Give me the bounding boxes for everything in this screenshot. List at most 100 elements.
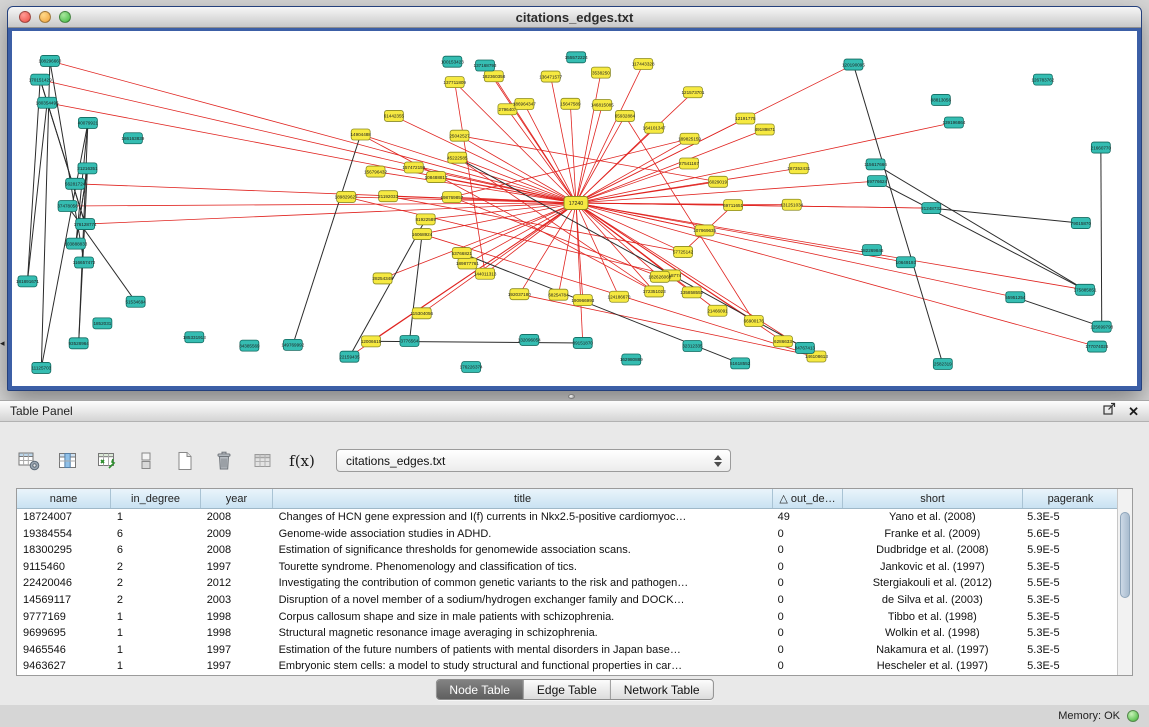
network-canvas[interactable]: 6971165110796963557725142549187741723510…	[12, 31, 1137, 386]
delete-icon[interactable]	[211, 448, 237, 474]
table-cell: Yano et al. (2008)	[842, 509, 1022, 526]
scrollbar-thumb[interactable]	[1120, 512, 1130, 598]
table-cell: 5.3E-5	[1021, 642, 1117, 659]
table-cell: 9699695	[17, 625, 111, 642]
svg-text:100153423: 100153423	[441, 59, 464, 64]
svg-text:84767413: 84767413	[795, 346, 816, 351]
column-header-pagerank[interactable]: pagerank	[1023, 489, 1119, 508]
panel-resize-handle[interactable]	[568, 394, 575, 399]
svg-text:125699798: 125699798	[1090, 324, 1113, 329]
svg-text:68254784: 68254784	[548, 292, 569, 297]
merge-rows-icon[interactable]	[133, 448, 159, 474]
float-panel-icon[interactable]	[1103, 402, 1116, 420]
table-row[interactable]: 2242004622012Investigating the contribut…	[17, 575, 1117, 592]
svg-text:144011313: 144011313	[474, 271, 497, 276]
svg-text:132096054: 132096054	[518, 338, 541, 343]
column-header-title[interactable]: title	[273, 489, 773, 508]
svg-text:146108613: 146108613	[805, 354, 828, 359]
svg-text:21192033: 21192033	[378, 194, 398, 199]
close-window-button[interactable]	[19, 11, 31, 23]
table-cell: Franke et al. (2009)	[842, 526, 1022, 543]
import-table-icon[interactable]	[250, 448, 276, 474]
svg-text:192037180: 192037180	[508, 292, 531, 297]
table-cell: 19384554	[17, 526, 111, 543]
column-header-year[interactable]: year	[201, 489, 273, 508]
svg-text:108488817: 108488817	[425, 175, 448, 180]
table-cell: 22420046	[17, 575, 111, 592]
network-view-window: citations_edges.txt 69711651107969635577…	[7, 6, 1142, 391]
table-cell: 5.9E-5	[1021, 542, 1117, 559]
function-builder-icon[interactable]: f(x)	[289, 448, 315, 474]
table-cell: 0	[772, 542, 842, 559]
svg-text:182360358: 182360358	[482, 74, 505, 79]
table-row[interactable]: 1872400712008Changes of HCN gene express…	[17, 509, 1117, 526]
minimize-window-button[interactable]	[39, 11, 51, 23]
table-columns-icon[interactable]	[55, 448, 81, 474]
svg-text:182626060: 182626060	[648, 275, 671, 280]
table-add-column-icon[interactable]	[94, 448, 120, 474]
table-cell: Structural magnetic resonance image aver…	[273, 625, 772, 642]
window-titlebar[interactable]: citations_edges.txt	[8, 7, 1141, 28]
table-cell: 1	[111, 625, 201, 642]
svg-text:124186670: 124186670	[608, 294, 631, 299]
svg-text:186163839: 186163839	[121, 136, 144, 141]
memory-status-label: Memory: OK	[1058, 710, 1120, 722]
table-row[interactable]: 977716911998Corpus callosum shape and si…	[17, 609, 1117, 626]
svg-text:6286633: 6286633	[774, 339, 792, 344]
table-row[interactable]: 1830029562008Estimation of significance …	[17, 542, 1117, 559]
table-cell: 5.3E-5	[1021, 509, 1117, 526]
zoom-window-button[interactable]	[59, 11, 71, 23]
table-cell: 2	[111, 575, 201, 592]
tab-network-table[interactable]: Network Table	[611, 680, 713, 699]
svg-text:40079921: 40079921	[78, 121, 99, 126]
svg-text:37478056: 37478056	[57, 204, 78, 209]
svg-text:181891671: 181891671	[16, 279, 39, 284]
svg-text:198769857: 198769857	[440, 195, 463, 200]
table-settings-icon[interactable]	[16, 448, 42, 474]
svg-text:107969635: 107969635	[693, 228, 716, 233]
tab-edge-table[interactable]: Edge Table	[524, 680, 611, 699]
table-selector-dropdown[interactable]: citations_edges.txt	[336, 449, 731, 472]
table-row[interactable]: 969969511998Structural magnetic resonanc…	[17, 625, 1117, 642]
svg-text:49189871: 49189871	[755, 127, 776, 132]
column-header-out_de[interactable]: △ out_de…	[773, 489, 843, 508]
collapse-arrow-icon[interactable]: ◂	[0, 339, 5, 348]
tab-node-table[interactable]: Node Table	[436, 680, 524, 699]
svg-text:131251034: 131251034	[780, 202, 803, 207]
column-header-short[interactable]: short	[843, 489, 1023, 508]
column-header-name[interactable]: name	[17, 489, 111, 508]
svg-text:65932884: 65932884	[615, 114, 636, 119]
svg-text:149769992: 149769992	[281, 343, 304, 348]
svg-text:156796432: 156796432	[364, 169, 387, 174]
table-cell: Estimation of the future numbers of pati…	[273, 642, 772, 659]
svg-text:69776624: 69776624	[867, 179, 888, 184]
svg-text:12006615: 12006615	[361, 339, 382, 344]
svg-text:170151429: 170151429	[29, 77, 52, 82]
svg-text:28254348: 28254348	[372, 276, 393, 281]
svg-text:45222585: 45222585	[447, 155, 468, 160]
table-cell: 1997	[201, 559, 273, 576]
table-cell: Stergiakouli et al. (2012)	[842, 575, 1022, 592]
svg-text:115304056: 115304056	[410, 311, 433, 316]
table-cell: 0	[772, 642, 842, 659]
table-cell: 9115460	[17, 559, 111, 576]
table-row[interactable]: 1456911722003Disruption of a novel membe…	[17, 592, 1117, 609]
new-file-icon[interactable]	[172, 448, 198, 474]
window-title: citations_edges.txt	[516, 10, 634, 25]
panel-title: Table Panel	[10, 404, 73, 418]
network-canvas-frame: 6971165110796963557725142549187741723510…	[12, 31, 1137, 386]
table-row[interactable]: 946554611997Estimation of the future num…	[17, 642, 1117, 659]
table-row[interactable]: 1938455462009Genome-wide association stu…	[17, 526, 1117, 543]
svg-text:162980889: 162980889	[620, 357, 643, 362]
svg-text:164101347: 164101347	[643, 125, 666, 130]
table-cell: Nakamura et al. (1997)	[842, 642, 1022, 659]
table-selector-value: citations_edges.txt	[346, 454, 445, 468]
status-bar: Memory: OK	[0, 705, 1149, 727]
table-row[interactable]: 946362711997Embryonic stem cells: a mode…	[17, 658, 1117, 675]
table-cell: Genome-wide association studies in ADHD.	[273, 526, 772, 543]
table-row[interactable]: 911546021997Tourette syndrome. Phenomeno…	[17, 559, 1117, 576]
column-header-in_degree[interactable]: in_degree	[111, 489, 201, 508]
vertical-scrollbar[interactable]	[1117, 489, 1132, 675]
table-cell: Corpus callosum shape and size in male p…	[273, 609, 772, 626]
close-panel-icon[interactable]: ✕	[1128, 405, 1139, 418]
